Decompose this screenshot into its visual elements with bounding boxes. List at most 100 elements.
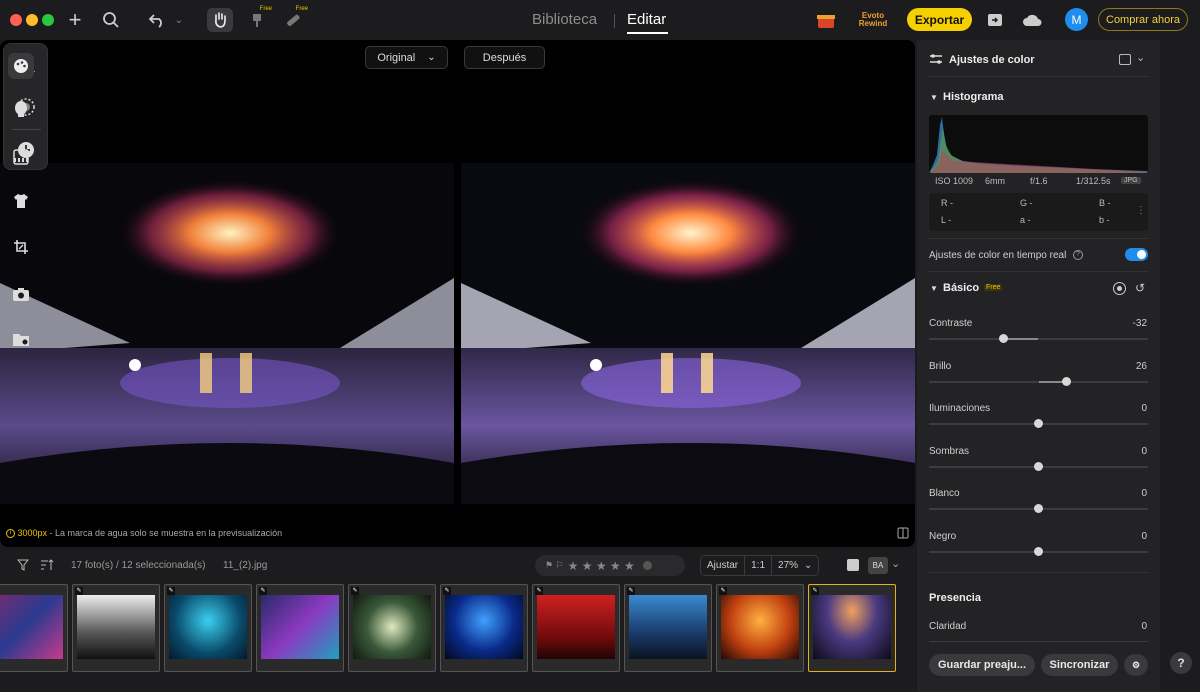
chevron-down-icon[interactable]: ⌄ [1136,51,1145,64]
edited-icon: ✎ [351,587,359,595]
slider-knob[interactable] [1034,462,1043,471]
film-thumbnail[interactable] [0,584,68,672]
slider-value: 26 [1135,361,1147,372]
single-view-icon[interactable] [847,559,859,571]
face-retouch-icon[interactable] [10,98,32,120]
more-icon[interactable]: ⋮ [1136,205,1146,216]
slider-track[interactable] [929,419,1148,428]
reset-icon[interactable]: ↺ [1135,281,1145,295]
film-thumbnail[interactable]: ✎ [72,584,160,672]
filter-icon[interactable] [16,559,30,571]
slider-track[interactable] [929,334,1148,343]
bandage-tool-icon[interactable]: Free [284,6,308,32]
tool-divider [12,129,41,130]
film-thumbnail[interactable]: ✎ [440,584,528,672]
color-readout [929,193,1148,231]
avatar[interactable]: M [1065,8,1088,31]
top-bar: + ⌄ Free Free Biblioteca Editar Evoto Re… [0,0,1200,40]
edited-icon: ✎ [443,587,451,595]
slider-track[interactable] [929,462,1148,471]
panel-layout-icon[interactable] [1119,54,1131,65]
after-button[interactable]: Después [464,46,545,69]
cloud-icon[interactable] [1021,8,1043,32]
export-button[interactable]: Exportar [907,8,972,31]
window-minimize-button[interactable] [26,14,38,26]
add-icon[interactable]: + [64,7,86,32]
presence-title: Presencia [929,592,981,604]
sync-settings-icon[interactable]: ⚙ [1124,654,1148,676]
slider-value: -32 [1132,318,1147,329]
folder-settings-icon[interactable] [10,328,32,350]
tab-library[interactable]: Biblioteca [532,11,597,28]
save-preset-button[interactable]: Guardar preaju... [929,654,1035,676]
background-icon[interactable] [10,146,32,168]
help-icon[interactable]: ? [1170,652,1192,674]
buy-now-button[interactable]: Comprar ahora [1098,8,1188,31]
slider-track[interactable] [929,547,1148,556]
window-close-button[interactable] [10,14,22,26]
slider-knob[interactable] [998,334,1008,343]
chevron-down-icon[interactable]: ⌄ [891,557,900,570]
star-rating[interactable]: ★ ★ ★ ★ ★ [568,559,635,573]
sliders-icon [929,53,943,65]
zoom-control: Ajustar 1:1 27% ⌄ [700,555,820,576]
rating-bar[interactable]: ⚑ ⚐ ★ ★ ★ ★ ★ [535,555,685,576]
fit-button[interactable]: Ajustar [701,556,746,575]
clarity-slider-track[interactable] [929,641,1148,642]
film-thumbnail[interactable]: ✎ [164,584,252,672]
film-thumbnail[interactable]: ✎ [624,584,712,672]
book-view-icon[interactable] [897,527,909,539]
watermark-notice: i 3000px - La marca de agua solo se mues… [6,528,282,539]
film-thumbnail[interactable]: ✎ [256,584,344,672]
histogram-chart [929,115,1148,173]
section-divider [929,271,1148,272]
film-thumbnail[interactable]: ✎ [348,584,436,672]
one-to-one-button[interactable]: 1:1 [745,556,773,575]
flag-icon[interactable]: ⚑ ⚐ [545,560,564,571]
brush-tool-icon[interactable]: Free [248,6,272,32]
chevron-down-icon[interactable]: ⌄ [172,8,186,32]
promo-badge[interactable]: Evoto Rewind [850,8,896,32]
basic-title[interactable]: Básico [943,282,979,294]
slider-track[interactable] [929,504,1148,513]
chevron-down-icon: ⌄ [804,560,813,571]
slider-knob[interactable] [1034,419,1043,428]
search-icon[interactable] [100,8,122,32]
tab-edit[interactable]: Editar [627,11,666,28]
caret-down-icon[interactable]: ▼ [930,284,938,293]
camera-icon[interactable] [10,283,32,305]
slider-knob[interactable] [1034,547,1043,556]
export-panel-icon[interactable] [985,8,1005,32]
before-after-toggle[interactable]: BA [868,557,888,574]
preview-eye-icon[interactable] [1113,282,1126,295]
right-icon-bar [1160,40,1200,692]
canvas[interactable] [0,40,915,547]
edited-icon: ✎ [259,587,267,595]
color-label-icon[interactable] [642,561,652,570]
exif-format-badge: JPG [1121,177,1141,184]
palette-icon[interactable] [8,53,34,79]
film-thumbnail-selected[interactable]: ✎ [808,584,896,672]
free-badge: Free [259,6,272,12]
slider-knob[interactable] [1034,504,1043,513]
hand-tool-icon[interactable] [207,8,233,32]
sort-icon[interactable] [40,558,54,572]
crop-icon[interactable] [10,236,32,258]
window-maximize-button[interactable] [42,14,54,26]
sync-button[interactable]: Sincronizar [1041,654,1118,676]
original-dropdown[interactable]: Original ⌄ [365,46,448,69]
help-icon[interactable]: ? [1073,250,1083,260]
zoom-dropdown[interactable]: 27% ⌄ [772,556,818,575]
histogram-title[interactable]: Histograma [943,91,1004,103]
caret-down-icon[interactable]: ▼ [930,93,938,102]
film-thumbnail[interactable]: ✎ [716,584,804,672]
slider-label: Blanco [929,488,960,499]
clothing-icon[interactable] [10,190,32,212]
realtime-toggle[interactable] [1125,248,1148,261]
film-thumbnail[interactable]: ✎ [532,584,620,672]
undo-icon[interactable] [146,8,168,32]
free-badge: Free [295,6,308,12]
slider-track[interactable] [929,377,1148,386]
gift-icon[interactable] [815,8,837,32]
slider-value: 0 [1141,403,1147,414]
